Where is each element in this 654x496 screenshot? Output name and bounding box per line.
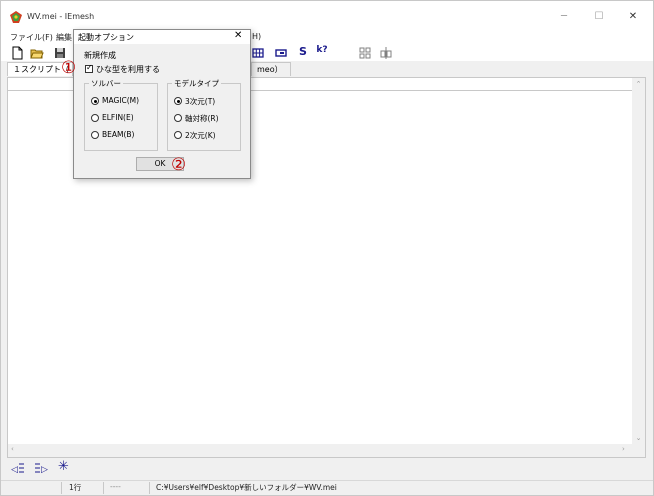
window-icon[interactable] — [274, 46, 288, 60]
tab-meo[interactable]: meo） — [251, 62, 291, 76]
template-checkbox[interactable]: ✓ — [85, 63, 93, 73]
radio-magic-label[interactable]: MAGIC(M) — [102, 96, 139, 105]
menu-help[interactable]: H) — [252, 32, 261, 41]
window-title: WV.mei - IEmesh — [27, 12, 95, 21]
status-file-path: C:¥Users¥elf¥Desktop¥新しいフォルダー¥WV.mei — [156, 483, 337, 492]
radio-beam-label[interactable]: BEAM(B) — [102, 130, 134, 139]
solver-group-title: ソルバー — [89, 78, 123, 89]
s-icon[interactable]: S — [296, 45, 310, 59]
radio-2d-label[interactable]: 2次元(K) — [185, 130, 216, 141]
scroll-corner — [632, 444, 645, 457]
status-bar: 1行 ---- C:¥Users¥elf¥Desktop¥新しいフォルダー¥WV… — [1, 480, 653, 495]
horizontal-scrollbar[interactable]: ‹ › — [8, 444, 633, 457]
radio-2d[interactable] — [174, 131, 182, 139]
scroll-right-icon[interactable]: › — [622, 445, 625, 453]
radio-axisymmetric-label[interactable]: 軸対称(R) — [185, 113, 219, 124]
status-mode: ---- — [110, 482, 121, 491]
indent-icon[interactable]: ◁ — [11, 461, 25, 475]
app-logo-icon — [10, 11, 22, 23]
radio-3d[interactable] — [174, 97, 182, 105]
dialog-title-bar[interactable]: 起動オプション ✕ — [74, 30, 250, 44]
status-line: 1行 — [69, 483, 82, 492]
menu-file[interactable]: ファイル(F) — [10, 32, 53, 43]
open-folder-icon[interactable] — [30, 46, 44, 60]
radio-elfin-label[interactable]: ELFIN(E) — [102, 113, 134, 122]
model-type-group-title: モデルタイプ — [172, 78, 221, 89]
scroll-down-icon[interactable]: ⌄ — [632, 434, 645, 442]
annotation-marker-1: ① — [61, 58, 77, 78]
dialog-title: 起動オプション — [78, 33, 134, 42]
scroll-left-icon[interactable]: ‹ — [11, 445, 14, 453]
radio-magic[interactable] — [91, 97, 99, 105]
title-bar[interactable]: WV.mei - IEmesh ─ ☐ ✕ — [1, 1, 653, 31]
radio-elfin[interactable] — [91, 114, 99, 122]
checkmark-icon: ✓ — [86, 63, 93, 72]
maximize-button[interactable]: ☐ — [589, 9, 609, 25]
vertical-scrollbar[interactable]: ⌃ ⌄ — [632, 78, 645, 445]
menu-edit[interactable]: 編集 — [56, 32, 72, 43]
svg-text:◁: ◁ — [11, 465, 18, 475]
split-icon[interactable] — [379, 46, 393, 60]
bottom-toolbar: ◁ ▷ ✳ — [1, 459, 653, 479]
radio-axisymmetric[interactable] — [174, 114, 182, 122]
dialog-close-button[interactable]: ✕ — [234, 30, 242, 41]
grid-icon[interactable] — [251, 46, 265, 60]
annotation-marker-2: ② — [171, 155, 187, 175]
radio-3d-label[interactable]: 3次元(T) — [185, 96, 215, 107]
radio-beam[interactable] — [91, 131, 99, 139]
close-window-button[interactable]: ✕ — [623, 9, 643, 25]
model-type-group: モデルタイプ 3次元(T) 軸対称(R) 2次元(K) — [167, 78, 241, 151]
mesh-icon[interactable] — [358, 46, 372, 60]
outdent-icon[interactable]: ▷ — [34, 461, 48, 475]
asterisk-icon[interactable]: ✳ — [58, 459, 69, 474]
startup-options-dialog: 起動オプション ✕ 新規作成 ✓ ひな型を利用する ソルバー MAGIC(M) … — [73, 29, 251, 179]
scroll-up-icon[interactable]: ⌃ — [632, 80, 645, 88]
solver-group: ソルバー MAGIC(M) ELFIN(E) BEAM(B) — [84, 78, 158, 151]
new-file-icon[interactable] — [10, 46, 24, 60]
template-checkbox-label[interactable]: ひな型を利用する — [96, 64, 160, 75]
new-creation-label: 新規作成 — [84, 51, 116, 60]
minimize-button[interactable]: ─ — [554, 9, 574, 25]
svg-text:▷: ▷ — [41, 465, 48, 475]
help-cursor-icon[interactable]: k? — [315, 45, 329, 59]
